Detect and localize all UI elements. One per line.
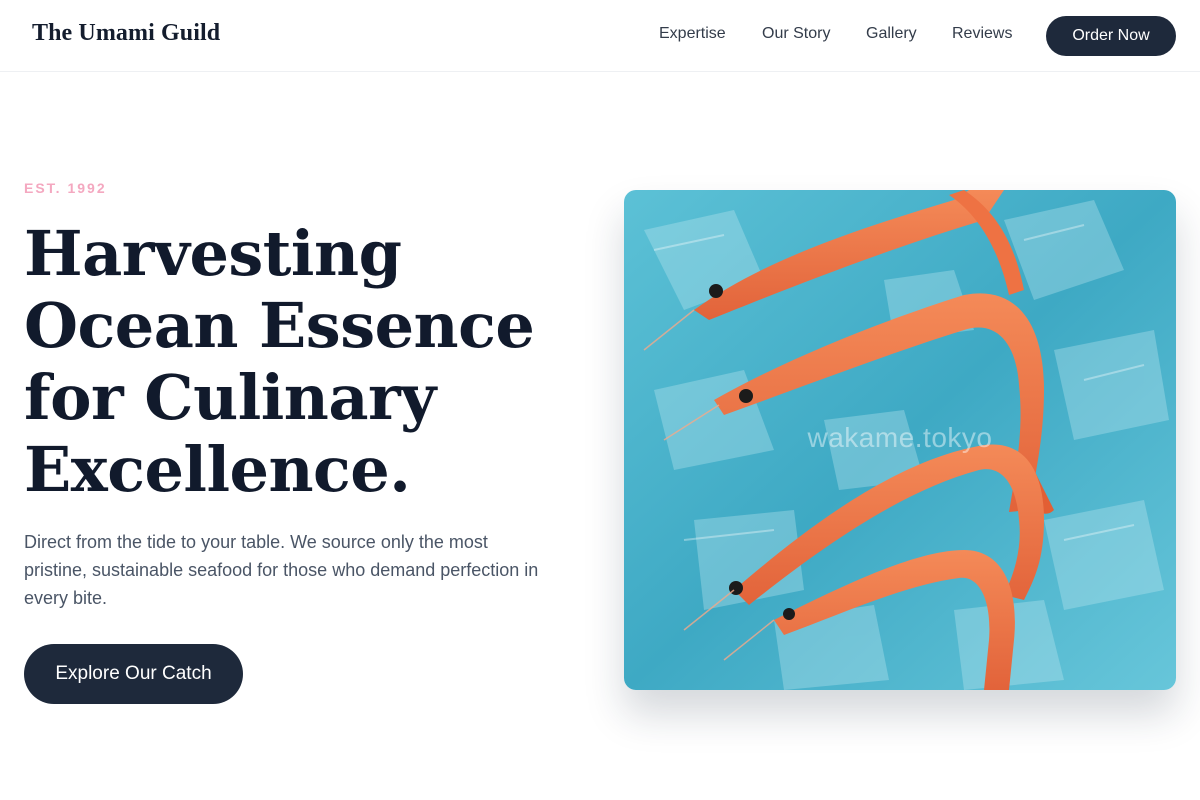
explore-catch-button[interactable]: Explore Our Catch <box>24 644 243 704</box>
hero-description: Direct from the tide to your table. We s… <box>24 532 539 608</box>
headline-line: Ocean Essence <box>24 289 535 362</box>
site-header: The Umami Guild Expertise Our Story Gall… <box>0 0 1200 72</box>
brand-logo[interactable]: The Umami Guild <box>32 20 220 47</box>
nav-link-gallery[interactable]: Gallery <box>866 25 917 43</box>
nav-link-our-story[interactable]: Our Story <box>762 25 830 43</box>
order-now-button[interactable]: Order Now <box>1046 16 1176 56</box>
image-watermark: wakame.tokyo <box>807 422 993 453</box>
headline-line: Harvesting <box>24 217 402 290</box>
hero-headline: Harvesting Ocean Essence for Culinary Ex… <box>24 218 604 506</box>
nav-link-reviews[interactable]: Reviews <box>952 25 1012 43</box>
headline-line: for Culinary <box>24 361 436 434</box>
nav-link-expertise[interactable]: Expertise <box>659 25 726 43</box>
hero-image-shrimp: wakame.tokyo <box>624 190 1176 690</box>
headline-line: Excellence. <box>24 433 411 506</box>
established-label: EST. 1992 <box>24 180 107 196</box>
